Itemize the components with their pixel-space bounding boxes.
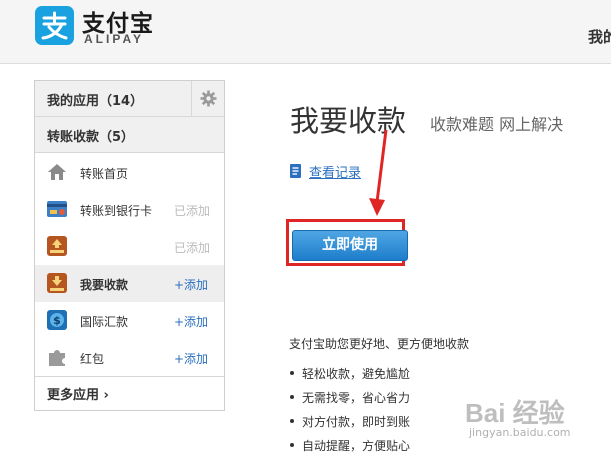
watermark-sub-text: jingyan.baidu.com [469, 426, 571, 439]
add-link[interactable]: +添加 [174, 350, 208, 367]
download-tray-icon [46, 272, 68, 294]
sidebar-transfer-group-title: 转账收款（5） [47, 130, 135, 145]
sidebar-item-bank-card[interactable]: 转账到银行卡 已添加 [35, 191, 224, 228]
sidebar-my-apps-title: 我的应用（14） [47, 94, 144, 109]
added-status: 已添加 [174, 204, 211, 218]
baidu-watermark: Bai 经验 jingyan.baidu.com [455, 393, 611, 462]
document-icon [290, 164, 301, 178]
more-apps-link[interactable]: 更多应用 › [35, 376, 224, 410]
chevron-right-icon: › [99, 388, 109, 403]
sidebar-my-apps-header[interactable]: 我的应用（14） [35, 81, 224, 117]
logo-text-en: ALIPAY [84, 32, 145, 46]
feature-list: 轻松收款，避免尴尬 无需找零，省心省力 对方付款，即时到账 自动提醒，方便贴心 [289, 365, 410, 461]
sidebar-item-label: 转账首页 [80, 167, 129, 181]
svg-text:$: $ [53, 314, 61, 327]
home-icon [46, 161, 68, 183]
bank-card-icon [46, 198, 68, 220]
dollar-globe-icon: $ [46, 309, 68, 331]
more-apps-label: 更多应用 [47, 388, 100, 403]
gear-icon[interactable] [191, 81, 224, 116]
add-link[interactable]: +添加 [174, 276, 208, 293]
feature-item: 轻松收款，避免尴尬 [289, 365, 410, 389]
watermark-main-text: Bai 经验 [465, 398, 565, 428]
intro-text: 支付宝助您更好地、更方便地收款 [289, 337, 470, 351]
header-nav-my[interactable]: 我的 [588, 26, 611, 47]
puzzle-icon [46, 346, 68, 368]
sidebar-item-receive-payment[interactable]: 我要收款 +添加 [35, 265, 224, 302]
feature-item: 无需找零，省心省力 [289, 389, 410, 413]
top-header: 支付宝 ALIPAY 我的 [0, 0, 611, 64]
add-link[interactable]: +添加 [174, 313, 208, 330]
pointer-arrow-annotation [369, 129, 388, 216]
alipay-logo-icon[interactable] [35, 6, 74, 45]
use-now-button[interactable]: 立即使用 [292, 230, 408, 261]
sidebar-item-label: 我要收款 [80, 278, 129, 292]
page-subtitle: 收款难题 网上解决 [430, 115, 564, 134]
sidebar-item-red-packet[interactable]: 红包 +添加 [35, 339, 224, 376]
added-status: 已添加 [174, 241, 211, 255]
feature-item: 对方付款，即时到账 [289, 413, 410, 437]
view-records-link[interactable]: 查看记录 [309, 162, 361, 181]
sidebar-item-label: 转账到银行卡 [80, 204, 153, 218]
sidebar-transfer-group-header[interactable]: 转账收款（5） [35, 117, 224, 153]
upload-tray-icon [46, 235, 68, 257]
feature-item: 自动提醒，方便贴心 [289, 437, 410, 461]
sidebar-item-label: 红包 [80, 352, 105, 366]
app-sidebar: 我的应用（14） 转账收款（5） 转账首页 转账到银行卡 已添加 已添加 我要收… [34, 80, 225, 411]
sidebar-item-international-remit[interactable]: $ 国际汇款 +添加 [35, 302, 224, 339]
sidebar-item-transfer-home[interactable]: 转账首页 [35, 154, 224, 191]
sidebar-item-upload[interactable]: 已添加 [35, 228, 224, 265]
sidebar-item-label: 国际汇款 [80, 315, 129, 329]
